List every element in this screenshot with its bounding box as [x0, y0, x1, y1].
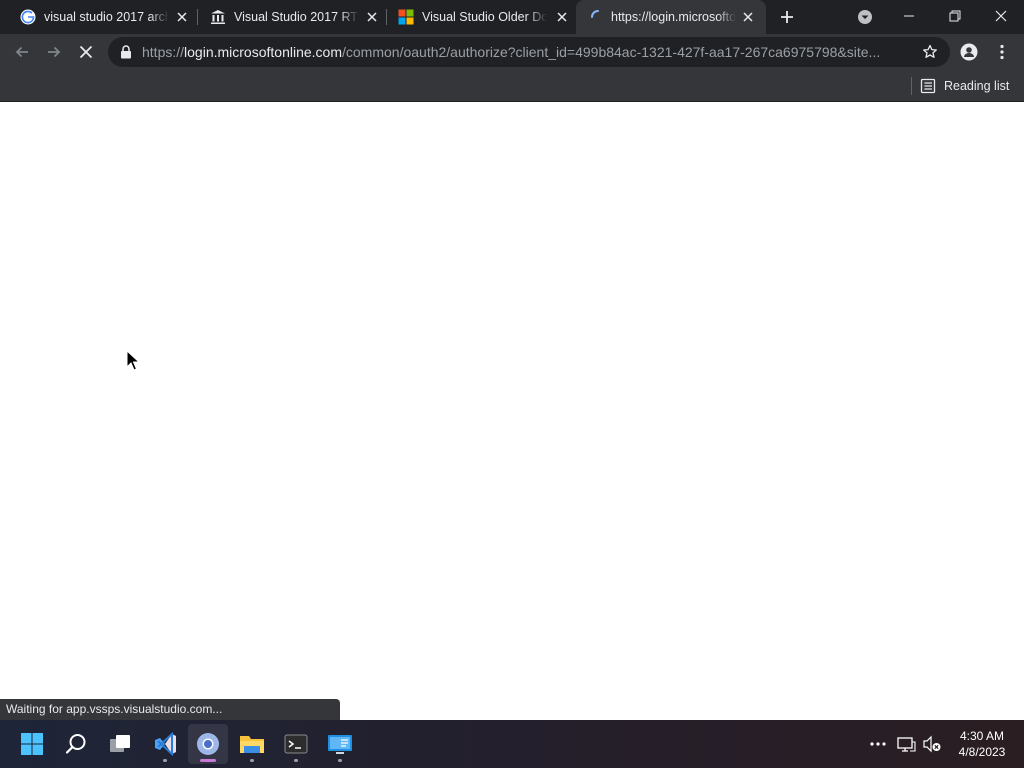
close-tab-icon[interactable]: [740, 9, 756, 25]
restore-icon[interactable]: [945, 6, 965, 26]
taskbar-remote-desktop[interactable]: [320, 724, 360, 764]
tab-title: visual studio 2017 archive: [44, 10, 169, 24]
tab-search-icon[interactable]: [857, 9, 873, 25]
running-indicator: [338, 759, 342, 762]
close-window-icon[interactable]: [991, 6, 1011, 26]
stop-loading-icon[interactable]: [77, 43, 95, 61]
start-icon: [21, 733, 43, 755]
reading-list-icon: [920, 78, 936, 94]
tab-title: Visual Studio Older Downloads: [422, 10, 547, 24]
active-indicator: [200, 759, 216, 762]
system-tray: [868, 720, 942, 768]
mouse-cursor-icon: [126, 350, 140, 371]
taskbar: 4:30 AM 4/8/2023: [0, 720, 1024, 768]
task-view-icon: [110, 735, 130, 752]
taskbar-terminal[interactable]: [276, 724, 316, 764]
taskbar-clock[interactable]: 4:30 AM 4/8/2023: [950, 728, 1014, 760]
address-bar[interactable]: https://login.microsoftonline.com/common…: [108, 37, 950, 67]
chrome-icon: [197, 733, 219, 755]
browser-toolbar: https://login.microsoftonline.com/common…: [0, 34, 1024, 70]
back-icon[interactable]: [13, 43, 31, 61]
status-bubble: Waiting for app.vssps.visualstudio.com..…: [0, 699, 340, 720]
google-g-icon: [20, 9, 36, 25]
tab-title: https://login.microsoftonline.com: [611, 10, 736, 24]
search-button[interactable]: [56, 724, 96, 764]
tab-title: Visual Studio 2017 RTM Microsoft: [234, 10, 359, 24]
file-explorer-icon: [240, 736, 264, 753]
tab-microsoft-login[interactable]: https://login.microsoftonline.com: [576, 0, 766, 34]
start-button[interactable]: [12, 724, 52, 764]
tab-vs2017-rtm[interactable]: Visual Studio 2017 RTM Microsoft: [190, 0, 386, 34]
bookmark-star-icon[interactable]: [922, 44, 938, 60]
microsoft-logo-icon: [398, 9, 414, 25]
reading-list-label: Reading list: [944, 79, 1010, 93]
url-text[interactable]: https://login.microsoftonline.com/common…: [142, 37, 922, 67]
search-icon: [65, 734, 86, 754]
url-scheme: https://: [142, 44, 185, 60]
url-host: login.microsoftonline.com: [184, 44, 342, 60]
clock-date: 4/8/2023: [958, 745, 1006, 759]
network-icon[interactable]: [896, 734, 916, 754]
tab-google-search[interactable]: visual studio 2017 archive: [0, 0, 196, 34]
page-viewport: [0, 103, 1024, 720]
taskbar-chrome[interactable]: [188, 724, 228, 764]
taskbar-visual-studio[interactable]: [145, 724, 185, 764]
library-icon: [211, 10, 225, 24]
running-indicator: [250, 759, 254, 762]
volume-muted-icon[interactable]: [922, 734, 942, 754]
forward-icon[interactable]: [45, 43, 63, 61]
url-path: /common/oauth2/authorize?client_id=499b8…: [342, 44, 881, 60]
clock-time: 4:30 AM: [959, 729, 1005, 743]
more-overflow-icon[interactable]: [868, 734, 888, 754]
tab-vs-older-downloads[interactable]: Visual Studio Older Downloads: [378, 0, 576, 34]
remote-desktop-icon: [328, 735, 352, 754]
bookmarks-separator: [911, 77, 912, 95]
close-tab-icon[interactable]: [174, 9, 190, 25]
task-view-button[interactable]: [100, 724, 140, 764]
menu-kebab-icon[interactable]: [993, 43, 1011, 61]
visual-studio-icon: [155, 732, 176, 756]
profile-icon[interactable]: [960, 43, 978, 61]
running-indicator: [294, 759, 298, 762]
close-tab-icon[interactable]: [554, 9, 570, 25]
reading-list-button[interactable]: Reading list: [920, 70, 1009, 102]
minimize-icon[interactable]: [899, 6, 919, 26]
new-tab-icon[interactable]: [778, 8, 796, 26]
taskbar-file-explorer[interactable]: [232, 724, 272, 764]
running-indicator: [163, 759, 167, 762]
terminal-icon: [284, 734, 308, 754]
lock-icon[interactable]: [120, 45, 132, 59]
tab-strip: visual studio 2017 archive Visual Studio…: [0, 0, 1024, 34]
loading-spinner-icon: [591, 10, 599, 18]
bookmarks-bar: Reading list: [0, 70, 1024, 102]
